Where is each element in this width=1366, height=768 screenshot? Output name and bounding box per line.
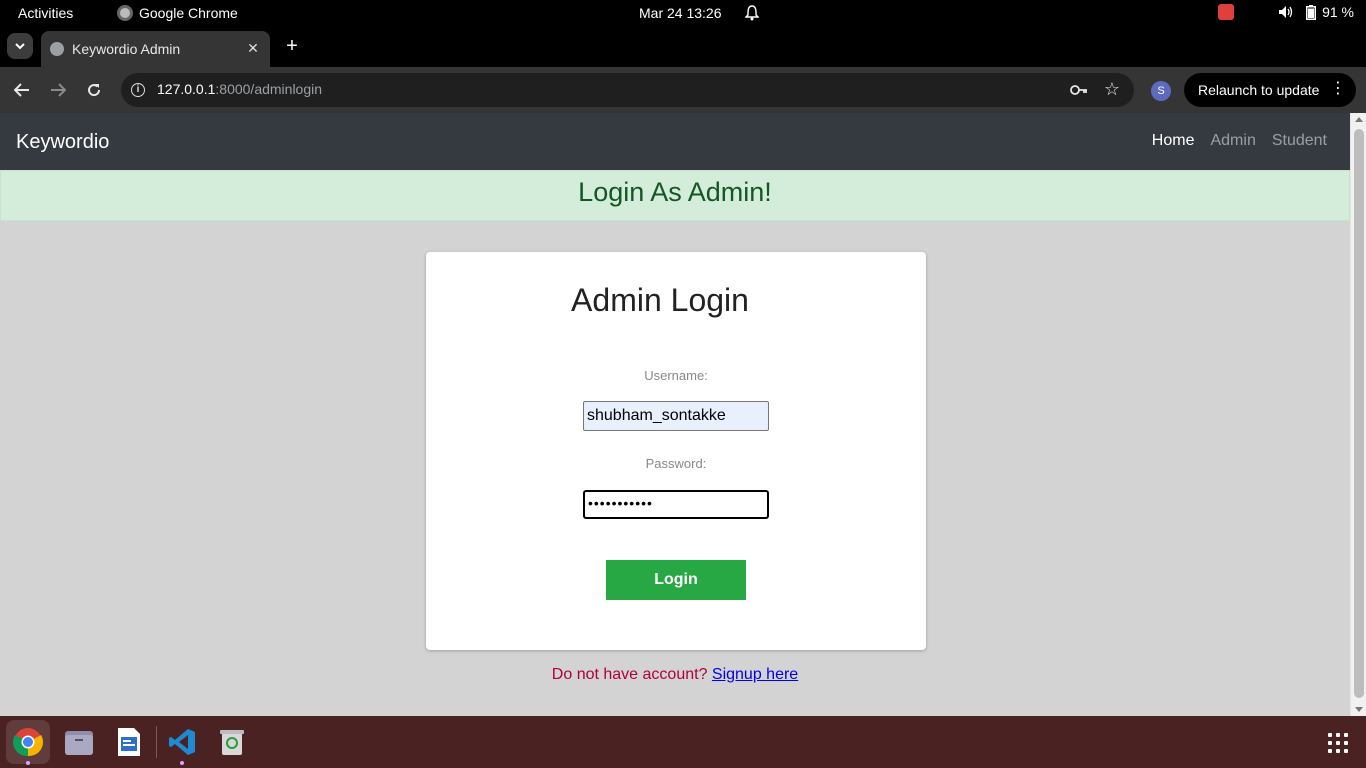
username-input[interactable] <box>583 401 769 431</box>
clock[interactable]: Mar 24 13:26 <box>639 5 722 21</box>
battery-percent: 91 % <box>1322 4 1354 20</box>
page-viewport: Keywordio Home Admin Student Login As Ad… <box>0 113 1366 716</box>
scroll-down-icon[interactable] <box>1355 707 1363 712</box>
trash-icon <box>220 730 244 755</box>
dock-item-chrome[interactable] <box>6 720 50 765</box>
nav-link-admin[interactable]: Admin <box>1210 132 1255 150</box>
card-title: Admin Login <box>571 282 749 318</box>
alert-banner: Login As Admin! <box>0 170 1350 221</box>
tab-keywordio-admin[interactable]: Keywordio Admin ✕ <box>41 31 270 67</box>
relaunch-label: Relaunch to update <box>1198 82 1320 98</box>
vertical-scrollbar[interactable] <box>1350 113 1366 716</box>
login-card: Admin Login Username: Password: ••••••••… <box>426 252 926 650</box>
files-icon <box>65 731 93 755</box>
chrome-icon <box>117 5 133 21</box>
nav-link-home[interactable]: Home <box>1152 132 1195 150</box>
battery-status: 91 % <box>1306 4 1354 20</box>
vscode-icon <box>169 729 195 755</box>
app-menu[interactable]: Google Chrome <box>117 5 238 21</box>
signup-text: Do not have account? <box>551 666 712 683</box>
notification-bell-icon <box>745 5 759 21</box>
password-key-icon[interactable] <box>1070 82 1088 98</box>
app-name: Google Chrome <box>139 5 238 21</box>
login-button[interactable]: Login <box>606 560 746 600</box>
writer-icon <box>118 728 140 756</box>
show-apps-grid-icon[interactable] <box>1328 733 1348 753</box>
volume-icon <box>1279 6 1293 18</box>
tab-title: Keywordio Admin <box>72 41 181 57</box>
username-label: Username: <box>644 368 708 383</box>
address-bar[interactable]: i 127.0.0.1:8000/adminlogin ☆ <box>121 73 1134 107</box>
signup-prompt: Do not have account? Signup here <box>0 666 1350 684</box>
password-input[interactable]: ••••••••••• <box>583 490 769 519</box>
reload-button[interactable] <box>83 79 105 101</box>
chrome-icon <box>13 728 43 757</box>
kebab-menu-icon: ⋮ <box>1330 80 1346 97</box>
dock-item-files[interactable] <box>57 720 101 764</box>
back-arrow-icon <box>14 83 29 97</box>
password-label: Password: <box>645 456 707 471</box>
profile-avatar[interactable]: S <box>1151 81 1171 101</box>
nav-link-student[interactable]: Student <box>1272 132 1327 150</box>
close-icon[interactable]: ✕ <box>244 39 262 57</box>
running-indicator <box>180 761 184 765</box>
bookmark-star-icon[interactable]: ☆ <box>1104 79 1120 100</box>
forward-arrow-icon <box>51 83 66 97</box>
nav-links: Home Admin Student <box>1152 132 1327 150</box>
dock <box>0 716 1366 768</box>
site-brand[interactable]: Keywordio <box>16 131 109 154</box>
forward-button[interactable] <box>47 79 69 101</box>
site-info-icon[interactable]: i <box>131 83 145 97</box>
dock-item-writer[interactable] <box>107 720 151 764</box>
chevron-down-icon <box>15 42 25 49</box>
dock-separator <box>156 726 157 758</box>
remote-desktop-icon <box>1218 4 1235 20</box>
relaunch-to-update-button[interactable]: Relaunch to update ⋮ <box>1184 73 1356 107</box>
tab-search-button[interactable] <box>7 33 33 59</box>
scroll-up-icon[interactable] <box>1355 117 1363 122</box>
dock-item-vscode[interactable] <box>160 720 204 765</box>
system-tray[interactable]: 91 % <box>1218 4 1354 20</box>
system-top-bar: Activities Google Chrome Mar 24 13:26 91… <box>0 0 1366 27</box>
url-text[interactable]: 127.0.0.1:8000/adminlogin <box>157 81 322 97</box>
running-indicator <box>26 761 30 765</box>
new-tab-button[interactable]: + <box>281 35 303 57</box>
dock-item-trash[interactable] <box>210 720 254 764</box>
reload-icon <box>88 84 101 97</box>
tab-strip: Keywordio Admin ✕ + <box>0 27 1366 67</box>
site-navbar: Keywordio Home Admin Student <box>0 113 1350 170</box>
browser-toolbar: i 127.0.0.1:8000/adminlogin ☆ S Relaunch… <box>0 67 1366 113</box>
back-button[interactable] <box>11 79 33 101</box>
battery-icon <box>1306 4 1317 20</box>
signup-link[interactable]: Signup here <box>712 666 798 683</box>
activities-button[interactable]: Activities <box>18 5 73 21</box>
globe-icon <box>50 42 64 56</box>
scrollbar-thumb[interactable] <box>1354 129 1364 698</box>
